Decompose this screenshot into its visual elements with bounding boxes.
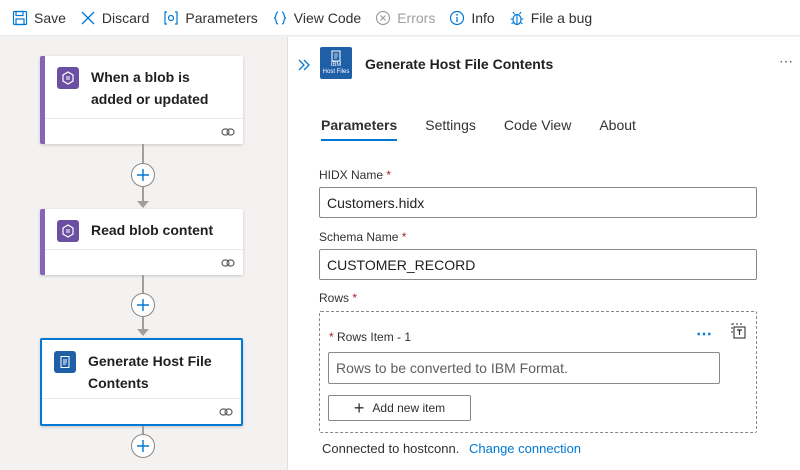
- errors-button[interactable]: Errors: [375, 0, 435, 36]
- panel-tabs: Parameters Settings Code View About: [321, 117, 664, 141]
- connection-status: Connected to hostconn.: [322, 441, 460, 456]
- file-bug-button[interactable]: File a bug: [509, 0, 592, 36]
- schema-name-label: Schema Name *: [319, 230, 406, 244]
- plus-icon: [137, 299, 149, 311]
- save-label: Save: [34, 9, 66, 26]
- connector-line: [142, 275, 144, 295]
- plus-icon: [137, 440, 149, 452]
- required-mark: *: [329, 330, 334, 344]
- error-circle-icon: [375, 10, 391, 26]
- required-mark: *: [352, 291, 358, 305]
- arrow-down-icon: [137, 329, 149, 336]
- trigger-title: When a blob is added or updated: [91, 69, 209, 107]
- arrow-down-icon: [137, 201, 149, 208]
- save-icon: [12, 10, 28, 26]
- view-code-button[interactable]: View Code: [272, 0, 361, 36]
- link-icon: [219, 408, 233, 416]
- parameters-label: Parameters: [185, 9, 258, 26]
- more-options-icon[interactable]: ⋯: [696, 324, 713, 344]
- parameters-button[interactable]: Parameters: [163, 0, 258, 36]
- parameters-icon: [163, 10, 179, 26]
- connector-line: [142, 426, 144, 434]
- action-card-generate-host-file[interactable]: Generate Host File Contents: [40, 338, 243, 426]
- action-card-read-blob[interactable]: Read blob content: [40, 209, 243, 275]
- file-icon: [331, 50, 341, 62]
- rows-item-label-text: Rows Item - 1: [337, 330, 412, 344]
- info-icon: [449, 10, 465, 26]
- link-icon: [221, 259, 235, 267]
- errors-label: Errors: [397, 9, 436, 26]
- insert-step-button[interactable]: [131, 434, 155, 458]
- rows-array-editor: * Rows Item - 1 ⋯ + Add new item: [319, 311, 757, 433]
- blob-icon: [57, 220, 79, 242]
- more-options-icon[interactable]: ⋯: [779, 53, 794, 70]
- tab-settings[interactable]: Settings: [425, 117, 476, 141]
- rows-item-input[interactable]: [328, 352, 720, 384]
- rows-label: Rows *: [319, 291, 357, 305]
- schema-label-text: Schema Name: [319, 230, 399, 244]
- card-header: Generate Host File Contents: [42, 340, 241, 394]
- ibm-host-files-icon: IBM Host Files: [320, 47, 352, 79]
- tab-about[interactable]: About: [599, 117, 636, 141]
- file-bug-label: File a bug: [530, 9, 593, 26]
- add-new-item-button[interactable]: + Add new item: [328, 395, 471, 421]
- insert-step-button[interactable]: [131, 163, 155, 187]
- switch-input-mode-icon[interactable]: [730, 322, 748, 340]
- card-footer: [45, 249, 243, 275]
- trigger-card-blob-added[interactable]: When a blob is added or updated: [40, 56, 243, 144]
- card-footer: [42, 398, 241, 424]
- logo-text-host-files: Host Files: [322, 69, 350, 75]
- hidx-label-text: HIDX Name: [319, 168, 384, 182]
- rows-item-label: * Rows Item - 1: [329, 330, 411, 344]
- required-mark: *: [386, 168, 392, 182]
- action-title: Generate Host File Contents: [88, 353, 212, 391]
- card-header: Read blob content: [45, 209, 243, 242]
- view-code-label: View Code: [293, 9, 362, 26]
- required-mark: *: [401, 230, 407, 244]
- info-button[interactable]: Info: [449, 0, 495, 36]
- blob-icon: [57, 67, 79, 89]
- info-label: Info: [471, 9, 495, 26]
- bug-icon: [509, 10, 525, 26]
- code-braces-icon: [272, 10, 288, 26]
- hidx-name-label: HIDX Name *: [319, 168, 391, 182]
- add-new-item-label: Add new item: [372, 401, 446, 415]
- tab-parameters[interactable]: Parameters: [321, 117, 398, 141]
- schema-name-input[interactable]: [319, 249, 757, 280]
- toolbar: Save Discard Parameters View Code Errors…: [0, 0, 800, 36]
- tab-code-view[interactable]: Code View: [504, 117, 571, 141]
- card-footer: [45, 118, 243, 144]
- action-title: Read blob content: [91, 222, 214, 238]
- plus-icon: +: [353, 398, 365, 418]
- link-icon: [221, 128, 235, 136]
- collapse-panel-icon[interactable]: [296, 57, 312, 73]
- details-panel: IBM Host Files Generate Host File Conten…: [287, 37, 800, 470]
- logo-text-ibm: IBM: [330, 62, 342, 68]
- designer-canvas: When a blob is added or updated Read blo…: [0, 37, 287, 470]
- discard-label: Discard: [101, 9, 150, 26]
- panel-title: Generate Host File Contents: [365, 56, 554, 72]
- rows-label-text: Rows: [319, 291, 350, 305]
- hidx-name-input[interactable]: [319, 187, 757, 218]
- ibm-host-files-icon: [54, 351, 76, 373]
- plus-icon: [137, 169, 149, 181]
- save-button[interactable]: Save: [12, 0, 66, 36]
- close-icon: [80, 10, 96, 26]
- discard-button[interactable]: Discard: [80, 0, 149, 36]
- card-header: When a blob is added or updated: [45, 56, 243, 110]
- change-connection-link[interactable]: Change connection: [469, 441, 581, 456]
- insert-step-button[interactable]: [131, 293, 155, 317]
